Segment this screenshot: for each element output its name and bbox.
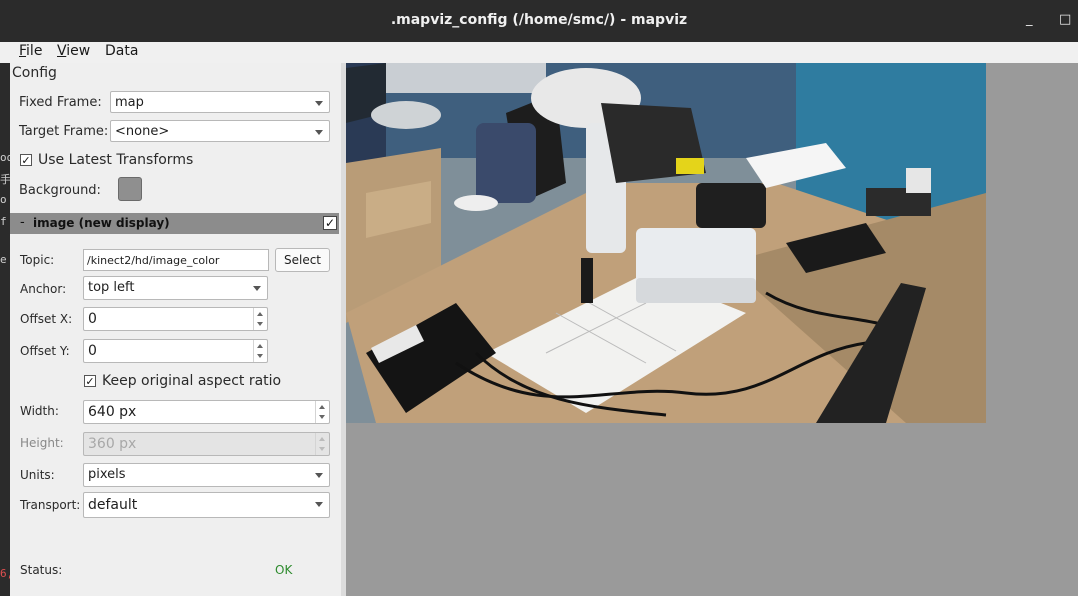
- fixed-frame-value: map: [115, 95, 144, 110]
- use-latest-transforms-label: Use Latest Transforms: [38, 152, 194, 168]
- spin-up-icon: [319, 405, 325, 409]
- units-value: pixels: [88, 467, 126, 482]
- offset-y-spinbox[interactable]: 0: [83, 339, 268, 363]
- target-frame-label: Target Frame:: [19, 124, 109, 139]
- anchor-label: Anchor:: [20, 282, 67, 296]
- offset-x-spinbox[interactable]: 0: [83, 307, 268, 331]
- status-label: Status:: [20, 563, 63, 577]
- menu-view[interactable]: View: [57, 43, 90, 59]
- minimize-button[interactable]: _: [1026, 12, 1033, 28]
- chevron-down-icon: [309, 493, 329, 517]
- config-heading: Config: [12, 65, 57, 81]
- chevron-down-icon: [309, 92, 329, 112]
- offset-y-label: Offset Y:: [20, 344, 70, 358]
- height-value: 360 px: [88, 436, 137, 452]
- spin-down-icon: [257, 322, 263, 326]
- units-combo[interactable]: pixels: [83, 463, 330, 487]
- anchor-value: top left: [88, 280, 135, 295]
- spin-up-icon: [319, 437, 325, 441]
- display-name: image (new display): [33, 216, 170, 230]
- spin-down-icon: [319, 447, 325, 451]
- chevron-down-icon: [247, 277, 267, 299]
- collapse-toggle[interactable]: -: [20, 215, 25, 230]
- spin-buttons: [315, 433, 329, 455]
- chevron-down-icon: [309, 121, 329, 141]
- keep-aspect-label: Keep original aspect ratio: [102, 373, 282, 389]
- chevron-down-icon: [309, 464, 329, 486]
- config-panel: Config Fixed Frame: map Target Frame: <n…: [10, 63, 342, 596]
- window-titlebar: .mapviz_config (/home/smc/) - mapviz _ □: [0, 0, 1078, 42]
- background-window-edge: od 手 o f e 6,: [0, 63, 13, 596]
- background-label: Background:: [19, 183, 101, 198]
- spin-buttons[interactable]: [253, 308, 267, 330]
- width-label: Width:: [20, 404, 59, 418]
- background-color-button[interactable]: [118, 177, 142, 201]
- spin-up-icon: [257, 312, 263, 316]
- transport-label: Transport:: [20, 498, 81, 512]
- topic-label: Topic:: [20, 253, 55, 267]
- offset-y-value: 0: [88, 343, 97, 359]
- offset-x-label: Offset X:: [20, 312, 73, 326]
- spin-up-icon: [257, 344, 263, 348]
- display-visible-checkbox[interactable]: ✓: [323, 216, 337, 230]
- width-spinbox[interactable]: 640 px: [83, 400, 330, 424]
- edge-text-fragment: f: [0, 215, 7, 228]
- status-value: OK: [275, 563, 293, 577]
- transport-value: default: [88, 497, 138, 513]
- width-value: 640 px: [88, 404, 137, 420]
- select-topic-button[interactable]: Select: [275, 248, 330, 272]
- menu-bar: File View Data: [0, 42, 1078, 63]
- map-canvas[interactable]: [346, 63, 1078, 596]
- topic-field[interactable]: /kinect2/hd/image_color: [83, 249, 269, 271]
- transport-combo[interactable]: default: [83, 492, 330, 518]
- spin-buttons[interactable]: [253, 340, 267, 362]
- anchor-combo[interactable]: top left: [83, 276, 268, 300]
- offset-x-value: 0: [88, 311, 97, 327]
- units-label: Units:: [20, 468, 55, 482]
- use-latest-transforms-checkbox[interactable]: ✓: [20, 154, 32, 166]
- target-frame-combo[interactable]: <none>: [110, 120, 330, 142]
- height-label: Height:: [20, 436, 64, 450]
- spin-down-icon: [257, 354, 263, 358]
- spin-buttons[interactable]: [315, 401, 329, 423]
- spin-down-icon: [319, 415, 325, 419]
- display-header[interactable]: - image (new display) ✓: [10, 213, 339, 234]
- fixed-frame-label: Fixed Frame:: [19, 95, 102, 110]
- edge-text-fragment: e: [0, 253, 7, 266]
- maximize-button[interactable]: □: [1059, 12, 1071, 28]
- fixed-frame-combo[interactable]: map: [110, 91, 330, 113]
- menu-data[interactable]: Data: [105, 43, 138, 59]
- menu-file[interactable]: File: [19, 43, 42, 59]
- height-spinbox: 360 px: [83, 432, 330, 456]
- keep-aspect-checkbox[interactable]: ✓: [84, 375, 96, 387]
- window-title: .mapviz_config (/home/smc/) - mapviz: [390, 12, 688, 28]
- target-frame-value: <none>: [115, 124, 170, 139]
- edge-text-fragment: o: [0, 193, 7, 206]
- camera-image: [346, 63, 986, 423]
